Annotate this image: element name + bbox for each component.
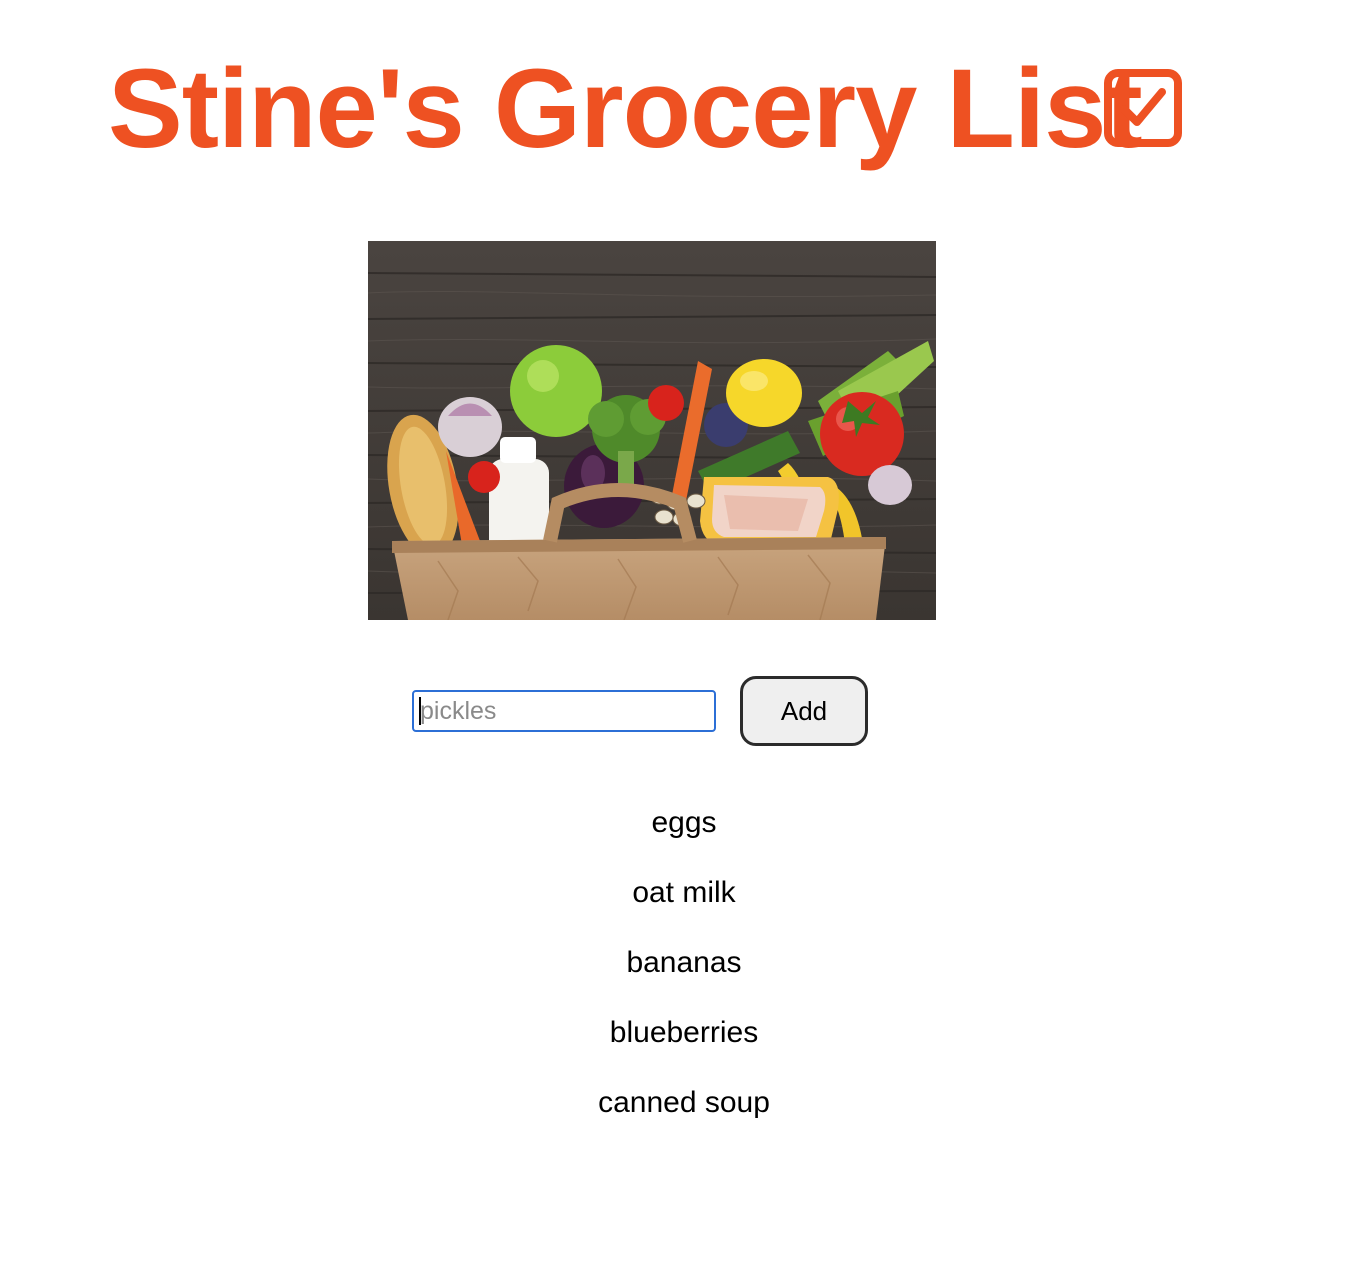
page-title: Stine's Grocery List — [108, 46, 1143, 171]
grocery-list: eggs oat milk bananas blueberries canned… — [484, 794, 884, 1144]
add-button[interactable]: Add — [740, 676, 868, 746]
list-item: eggs — [651, 806, 717, 839]
checkbox-checked-icon — [1104, 69, 1182, 147]
list-item: bananas — [626, 946, 742, 979]
list-item: oat milk — [632, 876, 736, 909]
list-item: canned soup — [598, 1086, 770, 1119]
grocery-bag-image — [368, 241, 936, 620]
text-caret — [419, 697, 421, 725]
item-input[interactable] — [412, 690, 716, 732]
list-item: blueberries — [609, 1016, 759, 1049]
